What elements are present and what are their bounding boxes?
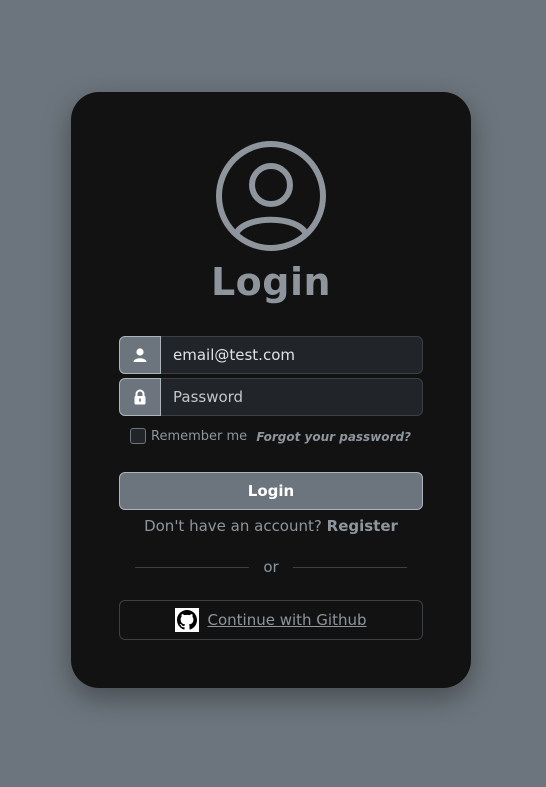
- remember-me-label: Remember me: [151, 428, 248, 444]
- remember-me[interactable]: Remember me: [130, 428, 247, 444]
- no-account-text: Don't have an account?: [144, 517, 322, 535]
- divider-line-left: [135, 566, 250, 568]
- password-input-group: [119, 378, 423, 416]
- email-input-group: [119, 336, 423, 374]
- register-link[interactable]: Register: [327, 517, 398, 535]
- remember-me-checkbox[interactable]: [130, 428, 146, 444]
- github-icon: [175, 608, 200, 632]
- register-prompt: Don't have an account? Register: [71, 517, 471, 535]
- lock-icon: [119, 378, 161, 416]
- forgot-password-link[interactable]: Forgot your password?: [256, 430, 411, 444]
- divider-text: or: [263, 558, 279, 576]
- page-title: Login: [210, 260, 332, 304]
- login-card: Login Remember me Forgot your password? …: [71, 92, 471, 688]
- user-icon: [119, 336, 161, 374]
- login-button[interactable]: Login: [119, 472, 423, 510]
- user-circle-icon: [216, 141, 326, 251]
- or-divider: or: [135, 558, 408, 576]
- divider-line-right: [292, 566, 408, 568]
- password-field[interactable]: [161, 378, 423, 416]
- github-button-label: Continue with Github: [207, 611, 367, 629]
- email-field[interactable]: [161, 336, 423, 374]
- github-login-button[interactable]: Continue with Github: [119, 600, 423, 640]
